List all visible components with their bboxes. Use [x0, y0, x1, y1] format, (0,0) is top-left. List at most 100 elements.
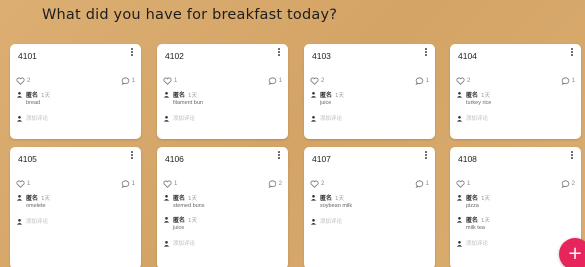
like-count: 1	[467, 181, 471, 187]
avatar-icon	[16, 217, 23, 225]
card-title: 4107	[312, 154, 331, 164]
comment-button[interactable]: 1	[121, 180, 135, 188]
like-button[interactable]: 1	[163, 180, 177, 188]
comment-header: 匿名 1天	[310, 90, 429, 99]
add-comment-input[interactable]: 添加评论	[456, 238, 575, 248]
comment-header: 匿名 1天	[163, 215, 282, 224]
kebab-menu-icon[interactable]	[423, 150, 429, 160]
kebab-menu-icon[interactable]	[276, 47, 282, 57]
comment-count: 1	[425, 78, 429, 84]
comment-author: 匿名	[466, 217, 479, 224]
comment: 匿名 1天 juice	[310, 90, 429, 108]
comment-bubble-icon	[415, 77, 424, 85]
post-card[interactable]: 4104 2 1 匿名 1天 turkey rice 添加评论	[450, 44, 581, 139]
comment-author: 匿名	[26, 195, 39, 202]
add-comment-input[interactable]: 添加评论	[310, 216, 429, 226]
like-count: 1	[174, 78, 178, 84]
card-title: 4103	[312, 51, 331, 61]
post-card[interactable]: 4107 2 1 匿名 1天 soybean milk 添加评论	[304, 147, 435, 267]
heart-icon	[16, 77, 25, 85]
like-button[interactable]: 1	[16, 180, 30, 188]
kebab-menu-icon[interactable]	[569, 47, 575, 57]
comment-text: soybean milk	[320, 203, 353, 209]
comment-bubble-icon	[121, 77, 130, 85]
avatar-icon	[16, 91, 23, 98]
comment-button[interactable]: 1	[121, 77, 135, 85]
like-button[interactable]: 1	[456, 180, 470, 188]
comment-button[interactable]: 2	[561, 180, 575, 188]
kebab-menu-icon[interactable]	[423, 47, 429, 57]
comment-count: 1	[571, 78, 575, 84]
card-stats: 21	[456, 76, 575, 86]
comment-button[interactable]: 1	[561, 77, 575, 85]
comment-button[interactable]: 1	[268, 77, 282, 85]
avatar-icon	[163, 216, 170, 223]
comment: 匿名 1天 omelete	[16, 193, 135, 211]
post-card[interactable]: 4103 2 1 匿名 1天 juice 添加评论	[304, 44, 435, 139]
comment-text: omelete	[26, 203, 46, 209]
like-count: 2	[321, 181, 325, 187]
comment-button[interactable]: 2	[268, 180, 282, 188]
post-card[interactable]: 4101 2 1 匿名 1天 bread 添加评论	[10, 44, 141, 139]
card-stats: 21	[16, 76, 135, 86]
add-comment-input[interactable]: 添加评论	[16, 113, 135, 123]
add-comment-input[interactable]: 添加评论	[163, 238, 282, 248]
comment-count: 1	[131, 181, 135, 187]
like-button[interactable]: 2	[310, 77, 324, 85]
comment-count: 1	[131, 78, 135, 84]
kebab-menu-icon[interactable]	[276, 150, 282, 160]
like-count: 1	[174, 181, 178, 187]
heart-icon	[16, 180, 25, 188]
card-title: 4101	[18, 51, 37, 61]
heart-icon	[163, 180, 172, 188]
add-comment-placeholder: 添加评论	[26, 116, 49, 122]
heart-icon	[163, 77, 172, 85]
avatar-icon	[16, 194, 23, 201]
like-count: 2	[467, 78, 471, 84]
comment-button[interactable]: 1	[415, 77, 429, 85]
add-comment-input[interactable]: 添加评论	[310, 113, 429, 123]
comment-time: 1天	[188, 217, 198, 224]
comment-author: 匿名	[320, 195, 333, 202]
avatar-icon	[310, 194, 317, 201]
add-post-button[interactable]: +	[559, 238, 585, 267]
comment-text: juice	[320, 100, 332, 106]
like-button[interactable]: 2	[16, 77, 30, 85]
post-card[interactable]: 4105 1 1 匿名 1天 omelete 添加评论	[10, 147, 141, 267]
like-button[interactable]: 2	[456, 77, 470, 85]
add-comment-input[interactable]: 添加评论	[163, 113, 282, 123]
post-card[interactable]: 4106 1 2 匿名 1天 stemed buns 匿名 1天 juice 添加评论	[157, 147, 288, 267]
comment-author: 匿名	[320, 92, 333, 99]
comment-author: 匿名	[173, 195, 186, 202]
avatar-icon	[163, 114, 170, 122]
avatar-icon	[456, 194, 463, 201]
comment-bubble-icon	[268, 77, 277, 85]
card-header: 4106	[163, 150, 282, 167]
card-header: 4102	[163, 47, 282, 64]
add-comment-input[interactable]: 添加评论	[16, 216, 135, 226]
plus-icon: +	[567, 243, 583, 264]
add-comment-input[interactable]: 添加评论	[456, 113, 575, 123]
heart-icon	[456, 77, 465, 85]
kebab-menu-icon[interactable]	[129, 47, 135, 57]
comment-time: 1天	[188, 195, 198, 202]
like-button[interactable]: 2	[310, 180, 324, 188]
avatar-icon	[456, 114, 463, 122]
post-card[interactable]: 4102 1 1 匿名 1天 filament bun 添加评论	[157, 44, 288, 139]
comment-author: 匿名	[466, 195, 479, 202]
card-title: 4104	[458, 51, 477, 61]
comment-button[interactable]: 1	[415, 180, 429, 188]
comment-bubble-icon	[415, 180, 424, 188]
comment-text: pizza	[466, 203, 479, 209]
comment-time: 1天	[335, 195, 345, 202]
kebab-menu-icon[interactable]	[569, 150, 575, 160]
card-header: 4108	[456, 150, 575, 167]
comment-header: 匿名 1天	[163, 90, 282, 99]
comment-text: bread	[26, 100, 41, 106]
like-count: 2	[27, 78, 31, 84]
like-count: 2	[321, 78, 325, 84]
add-comment-placeholder: 添加评论	[26, 219, 49, 225]
comment-text: filament bun	[173, 100, 203, 106]
like-button[interactable]: 1	[163, 77, 177, 85]
kebab-menu-icon[interactable]	[129, 150, 135, 160]
